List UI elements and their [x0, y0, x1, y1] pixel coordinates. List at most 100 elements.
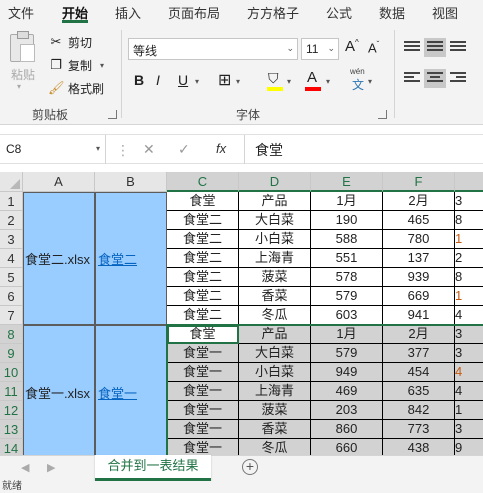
align-top-icon[interactable] [404, 41, 420, 54]
font-name-select[interactable]: 等线 ⌄ [128, 38, 298, 60]
row-header[interactable]: 2 [0, 211, 23, 230]
table-cell[interactable]: 大白菜 [239, 344, 311, 363]
row-header[interactable]: 11 [0, 382, 23, 401]
table-cell[interactable]: 9 [455, 439, 483, 455]
cut-button[interactable]: ✂ 剪切 [48, 32, 92, 52]
table-cell[interactable]: 小白菜 [239, 363, 311, 382]
table-cell[interactable]: 2 [455, 249, 483, 268]
table-cell[interactable]: 食堂 [167, 325, 239, 344]
italic-button[interactable]: I [156, 72, 160, 88]
row-header[interactable]: 6 [0, 287, 23, 306]
column-header-g[interactable] [455, 172, 483, 192]
table-cell[interactable]: 2月 [383, 192, 455, 211]
table-cell[interactable]: 4 [455, 382, 483, 401]
align-right-icon[interactable] [450, 72, 466, 85]
column-header-f[interactable]: F [383, 172, 455, 192]
table-cell[interactable]: 3 [455, 192, 483, 211]
table-cell[interactable]: 780 [383, 230, 455, 249]
table-cell[interactable]: 3 [455, 325, 483, 344]
formula-input[interactable]: 食堂 [244, 135, 483, 164]
merged-cell-filename[interactable]: 食堂二.xlsx [23, 192, 95, 325]
select-all-button[interactable] [0, 172, 23, 192]
table-cell[interactable]: 4 [455, 363, 483, 382]
table-cell[interactable]: 产品 [239, 325, 311, 344]
table-cell[interactable]: 578 [311, 268, 383, 287]
column-header-c[interactable]: C [167, 172, 239, 192]
tab-fangfang-gezi[interactable]: 方方格子 [247, 3, 299, 22]
row-header[interactable]: 10 [0, 363, 23, 382]
row-header[interactable]: 5 [0, 268, 23, 287]
tab-view[interactable]: 视图 [432, 3, 458, 22]
align-bottom-icon[interactable] [450, 41, 466, 54]
table-cell[interactable]: 上海青 [239, 249, 311, 268]
table-cell[interactable]: 大白菜 [239, 211, 311, 230]
row-header[interactable]: 12 [0, 401, 23, 420]
table-cell[interactable]: 3 [455, 420, 483, 439]
table-cell[interactable]: 1月 [311, 192, 383, 211]
table-cell[interactable]: 454 [383, 363, 455, 382]
add-sheet-icon[interactable]: + [242, 459, 258, 475]
row-header[interactable]: 3 [0, 230, 23, 249]
row-header[interactable]: 4 [0, 249, 23, 268]
table-cell[interactable]: 食堂一 [167, 420, 239, 439]
sheet-tab-active[interactable]: 合并到一表结果 [95, 455, 211, 481]
enter-icon[interactable]: ✓ [178, 141, 190, 158]
tab-data[interactable]: 数据 [379, 3, 405, 22]
table-cell[interactable]: 1 [455, 230, 483, 249]
clipboard-dialog-launcher[interactable] [108, 110, 117, 119]
align-middle-icon[interactable] [424, 38, 446, 57]
table-cell[interactable]: 2月 [383, 325, 455, 344]
table-cell[interactable]: 949 [311, 363, 383, 382]
merged-cell-hyperlink[interactable]: 食堂一 [95, 325, 167, 455]
table-cell[interactable]: 1 [455, 401, 483, 420]
row-header[interactable]: 8 [0, 325, 23, 344]
table-cell[interactable]: 377 [383, 344, 455, 363]
worksheet-grid[interactable]: A B C D E F 1 2 3 4 5 6 7 8 9 10 11 12 1… [0, 172, 483, 455]
copy-button[interactable]: ❐ 复制 ▾ [48, 55, 104, 75]
align-left-icon[interactable] [404, 72, 420, 85]
merged-cell-hyperlink[interactable]: 食堂二 [95, 192, 167, 325]
column-header-b[interactable]: B [95, 172, 167, 192]
underline-dropdown-icon[interactable]: ▾ [195, 77, 199, 86]
table-cell[interactable]: 465 [383, 211, 455, 230]
table-cell[interactable]: 588 [311, 230, 383, 249]
borders-dropdown-icon[interactable]: ▾ [236, 77, 240, 86]
font-size-select[interactable]: 11 ⌄ [301, 38, 339, 60]
table-cell[interactable]: 579 [311, 287, 383, 306]
table-cell[interactable]: 579 [311, 344, 383, 363]
align-center-icon[interactable] [424, 69, 446, 88]
tab-formulas[interactable]: 公式 [326, 3, 352, 22]
table-cell[interactable]: 137 [383, 249, 455, 268]
previous-sheet-icon[interactable]: ◀ [21, 461, 29, 474]
table-cell[interactable]: 190 [311, 211, 383, 230]
fill-color-dropdown-icon[interactable]: ▾ [287, 77, 291, 86]
font-color-dropdown-icon[interactable]: ▾ [326, 77, 330, 86]
table-cell[interactable]: 香菜 [239, 420, 311, 439]
table-cell[interactable]: 产品 [239, 192, 311, 211]
row-header[interactable]: 14 [0, 439, 23, 455]
table-cell[interactable]: 438 [383, 439, 455, 455]
table-cell[interactable]: 食堂一 [167, 439, 239, 455]
decrease-font-size-button[interactable]: Aˇ [368, 40, 379, 55]
column-header-d[interactable]: D [239, 172, 311, 192]
table-cell[interactable]: 941 [383, 306, 455, 325]
table-cell[interactable]: 939 [383, 268, 455, 287]
table-cell[interactable]: 842 [383, 401, 455, 420]
table-cell[interactable]: 603 [311, 306, 383, 325]
table-cell[interactable]: 8 [455, 211, 483, 230]
tab-insert[interactable]: 插入 [115, 3, 141, 22]
underline-button[interactable]: U [178, 72, 188, 88]
format-painter-button[interactable]: 🖌 格式刷 [48, 78, 104, 98]
name-box[interactable]: C8 ▾ [0, 135, 106, 164]
table-cell[interactable]: 食堂二 [167, 306, 239, 325]
table-cell[interactable]: 551 [311, 249, 383, 268]
table-cell[interactable]: 冬瓜 [239, 439, 311, 455]
row-header[interactable]: 7 [0, 306, 23, 325]
column-header-e[interactable]: E [311, 172, 383, 192]
row-header[interactable]: 9 [0, 344, 23, 363]
tab-page-layout[interactable]: 页面布局 [168, 3, 220, 22]
font-dialog-launcher[interactable] [378, 110, 387, 119]
table-cell[interactable]: 660 [311, 439, 383, 455]
borders-icon[interactable]: ⊞ [218, 70, 231, 90]
table-cell[interactable]: 食堂二 [167, 287, 239, 306]
